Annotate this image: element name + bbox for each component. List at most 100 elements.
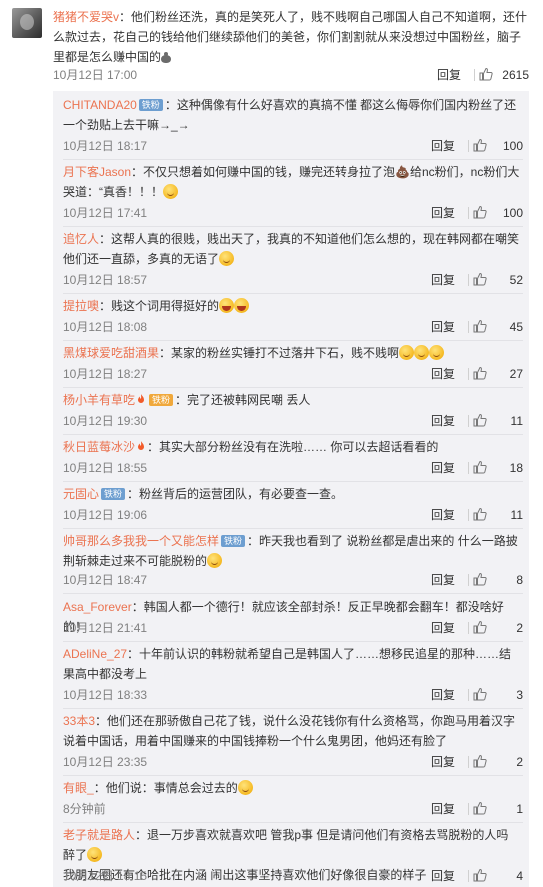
emoji-icon: [87, 847, 103, 862]
like-button[interactable]: 11: [473, 506, 523, 524]
like-button[interactable]: 1: [473, 800, 523, 818]
reply-username[interactable]: 帅哥那么多我我一个又能怎样: [63, 534, 219, 548]
laughing-emoji-icon: [219, 298, 235, 313]
reply-button[interactable]: 回复: [431, 753, 455, 771]
reply-button[interactable]: 回复: [431, 800, 455, 818]
divider: [63, 708, 523, 709]
divider: [468, 274, 469, 286]
fan-badge: 铁粉: [149, 394, 174, 406]
reply-button[interactable]: 回复: [431, 571, 455, 589]
reply-username[interactable]: 秋日蓝莓冰沙: [63, 440, 135, 454]
reply-button[interactable]: 回复: [431, 412, 455, 430]
reply-meta: 10月12日 18:47 回复 8: [63, 571, 523, 589]
reply-button[interactable]: 回复: [431, 318, 455, 336]
replies-list: CHITANDA20 铁粉 ：这种偶像有什么好喜欢的真搞不懂 都这么侮辱你们国内粉丝…: [53, 91, 529, 887]
reply-username[interactable]: 33本3: [63, 714, 95, 728]
reply-username[interactable]: 追忆人: [63, 232, 99, 246]
list-item: ADeliNe_27：十年前认识的韩粉就希望自己是韩国人了……想移民追星的那种……: [53, 644, 529, 709]
reply-button[interactable]: 回复: [431, 459, 455, 477]
reply-username[interactable]: CHITANDA20: [63, 98, 137, 112]
like-button[interactable]: 100: [473, 204, 523, 222]
reply-button[interactable]: 回复: [431, 506, 455, 524]
like-button[interactable]: 45: [473, 318, 523, 336]
reply-meta: 10月12日 21:41 回复 2: [63, 619, 523, 637]
like-button[interactable]: 3: [473, 686, 523, 704]
laughing-emoji-icon: [234, 298, 250, 313]
like-button[interactable]: 11: [473, 412, 523, 430]
like-count: 2: [516, 755, 523, 769]
list-item: 帅哥那么多我我一个又能怎样 铁粉 ：昨天我也看到了 说粉丝都是虐出来的 什么一路披荆…: [53, 531, 529, 594]
reply-username[interactable]: 月下客Jason: [63, 165, 131, 179]
reply-button[interactable]: 回复: [431, 137, 455, 155]
main-comment: 猪猪不爱哭v：他们粉丝还洗，真的是笑死人了，贱不贱啊自己哪国人自己不知道啊，还什…: [0, 0, 543, 92]
reply-username[interactable]: 黑煤球爱吃甜酒果: [63, 346, 159, 360]
emoji-icon: [399, 345, 415, 360]
like-button[interactable]: 100: [473, 137, 523, 155]
reply-meta: 8分钟前 回复 1: [63, 800, 523, 818]
reply-button[interactable]: 回复: [431, 619, 455, 637]
thumbs-up-icon: [473, 507, 487, 521]
thumbs-up-icon: [479, 67, 493, 81]
thumbs-up-icon: [473, 272, 487, 286]
reply-time: 10月12日 18:47: [63, 573, 148, 587]
reply-text: 秋日蓝莓冰沙 ：其实大部分粉丝没有在洗啦…… 你可以去超话看看的: [63, 440, 439, 454]
reply-button[interactable]: 回复: [437, 66, 461, 84]
reply-button[interactable]: 回复: [431, 204, 455, 222]
reply-meta: 10月12日 18:17 回复 100: [63, 137, 523, 155]
reply-meta: 10月12日 18:57 回复 52: [63, 271, 523, 289]
reply-time: 10月12日 18:55: [63, 461, 148, 475]
divider: [468, 140, 469, 152]
thumbs-up-icon: [473, 620, 487, 634]
reply-username[interactable]: ADeliNe_27: [63, 647, 127, 661]
divider: [468, 689, 469, 701]
list-item: 有眼_：他们说：事情总会过去的 8分钟前 回复 1: [53, 778, 529, 823]
reply-time: 10月12日 18:33: [63, 688, 148, 702]
like-button[interactable]: 27: [473, 365, 523, 383]
like-button[interactable]: 8: [473, 571, 523, 589]
reply-meta: 10月12日 18:15 回复 4: [63, 867, 523, 885]
list-item: CHITANDA20 铁粉 ：这种偶像有什么好喜欢的真搞不懂 都这么侮辱你们国内粉丝…: [53, 95, 529, 160]
reply-username[interactable]: 杨小羊有草吃: [63, 393, 135, 407]
list-item: 杨小羊有草吃 铁粉 ：完了还被韩网民嘲 丢人 10月12日 19:30 回复 11: [53, 390, 529, 435]
reply-username[interactable]: 提拉噢: [63, 299, 99, 313]
like-count: 8: [516, 573, 523, 587]
list-item: 追忆人：这帮人真的很贱，贱出天了，我真的不知道他们怎么想的，现在韩网都在嘲笑他们…: [53, 229, 529, 294]
main-comment-body: ：他们粉丝还洗，真的是笑死人了，贱不贱啊自己哪国人自己不知道啊，还什么款过去，花…: [53, 10, 528, 64]
like-button[interactable]: 52: [473, 271, 523, 289]
list-item: 提拉噢：贱这个词用得挺好的 10月12日 18:08 回复 45: [53, 296, 529, 341]
divider: [63, 159, 523, 160]
reply-text: ADeliNe_27：十年前认识的韩粉就希望自己是韩国人了……想移民追星的那种……: [63, 647, 512, 681]
reply-time: 10月12日 23:35: [63, 755, 148, 769]
reply-username[interactable]: Asa_Forever: [63, 600, 132, 614]
divider: [474, 69, 475, 81]
like-button[interactable]: 2615: [479, 66, 529, 84]
reply-username[interactable]: 老子就是路人: [63, 828, 135, 842]
reply-username[interactable]: 元固心: [63, 487, 99, 501]
like-count: 52: [509, 273, 523, 287]
reply-meta: 10月12日 18:55 回复 18: [63, 459, 523, 477]
like-button[interactable]: 4: [473, 867, 523, 885]
reply-text: 杨小羊有草吃 铁粉 ：完了还被韩网民嘲 丢人: [63, 393, 311, 407]
list-item: 黑煤球爱吃甜酒果：某家的粉丝实锤打不过落井下石，贱不贱啊 10月12日 18:2…: [53, 343, 529, 388]
like-button[interactable]: 2: [473, 619, 523, 637]
money-bag-icon: [161, 52, 172, 63]
thumbs-up-icon: [473, 868, 487, 882]
emoji-icon: [237, 780, 253, 795]
divider: [63, 775, 523, 776]
like-button[interactable]: 2: [473, 753, 523, 771]
reply-time: 10月12日 18:57: [63, 273, 148, 287]
reply-meta: 10月12日 17:41 回复 100: [63, 204, 523, 222]
reply-text: 提拉噢：贱这个词用得挺好的: [63, 296, 523, 316]
reply-button[interactable]: 回复: [431, 271, 455, 289]
reply-button[interactable]: 回复: [431, 686, 455, 704]
comment-time: 10月12日 17:00: [53, 68, 138, 82]
like-button[interactable]: 18: [473, 459, 523, 477]
reply-text: 月下客Jason：不仅只想着如何赚中国的钱，赚完还转身拉了泡💩给nc粉们，nc粉…: [63, 165, 520, 199]
avatar[interactable]: [12, 8, 42, 38]
main-comment-username[interactable]: 猪猪不爱哭v: [53, 10, 119, 24]
reply-button[interactable]: 回复: [431, 365, 455, 383]
reply-button[interactable]: 回复: [431, 867, 455, 885]
reply-username[interactable]: 有眼_: [63, 781, 94, 795]
thumbs-up-icon: [473, 205, 487, 219]
reply-meta: 10月12日 18:08 回复 45: [63, 318, 523, 336]
